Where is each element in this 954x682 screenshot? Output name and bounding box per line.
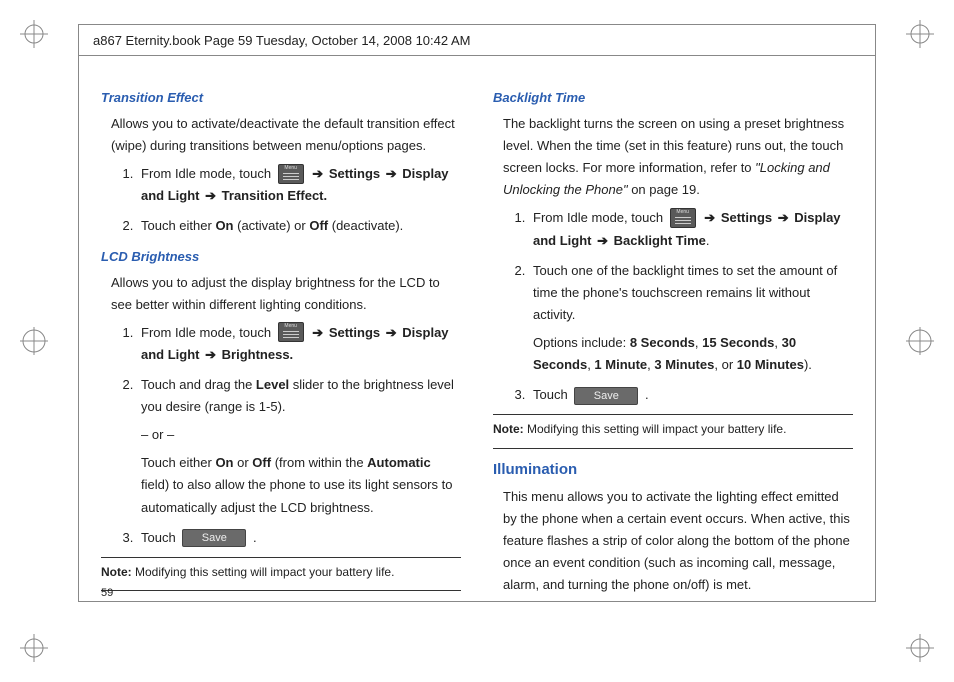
step-item: Touch Save . <box>529 384 853 406</box>
option-off: Off <box>309 218 328 233</box>
step-text: Touch either On or Off (from within the … <box>141 452 461 518</box>
arrow-icon: ➔ <box>203 347 218 362</box>
step-options-line: Options include: 8 Seconds, 15 Seconds , … <box>533 332 853 376</box>
backlight-intro: The backlight turns the screen on using … <box>503 113 853 201</box>
note-divider-top <box>101 557 461 558</box>
step-text: Touch <box>141 530 179 545</box>
option-off: Off <box>252 455 271 470</box>
arrow-icon: ➔ <box>310 325 325 340</box>
crop-mark-mid-left <box>18 325 50 357</box>
arrow-icon: ➔ <box>203 188 218 203</box>
note-text: Note: Modifying this setting will impact… <box>493 419 853 439</box>
note-body: Modifying this setting will impact your … <box>132 565 395 579</box>
right-column: Backlight Time The backlight turns the s… <box>493 87 853 596</box>
note-label: Note: <box>493 422 524 436</box>
step-item: From Idle mode, touch ➔ Settings ➔ Displ… <box>137 322 461 366</box>
transition-effect-steps: From Idle mode, touch ➔ Settings ➔ Displ… <box>117 163 461 237</box>
lcd-brightness-intro: Allows you to adjust the display brightn… <box>111 272 461 316</box>
path-backlight-time: Backlight Time <box>614 233 706 248</box>
note-body: Modifying this setting will impact your … <box>524 422 787 436</box>
backlight-steps: From Idle mode, touch ➔ Settings ➔ Displ… <box>509 207 853 406</box>
page-header-divider <box>79 55 875 56</box>
step-text: From Idle mode, touch <box>533 210 667 225</box>
crop-mark-bottom-right <box>904 632 936 664</box>
transition-effect-intro: Allows you to activate/deactivate the de… <box>111 113 461 157</box>
step-text: Touch either <box>141 455 215 470</box>
step-text: Touch either <box>141 218 215 233</box>
option-1m: 1 Minute <box>594 357 647 372</box>
menu-icon <box>278 322 304 342</box>
note-divider-top <box>493 414 853 415</box>
path-settings: Settings <box>329 166 380 181</box>
step-text: From Idle mode, touch <box>141 325 275 340</box>
heading-illumination: Illumination <box>493 457 853 483</box>
illumination-intro: This menu allows you to activate the lig… <box>503 486 853 596</box>
options-prefix: Options include: <box>533 335 630 350</box>
step-item: Touch and drag the Level slider to the b… <box>137 374 461 519</box>
step-item: From Idle mode, touch ➔ Settings ➔ Displ… <box>137 163 461 207</box>
crop-mark-bottom-left <box>18 632 50 664</box>
save-button: Save <box>574 387 638 405</box>
step-text: . <box>253 530 257 545</box>
path-brightness: Brightness. <box>222 347 294 362</box>
crop-mark-top-left <box>18 18 50 50</box>
menu-icon <box>278 164 304 184</box>
intro-text: on page 19. <box>628 182 700 197</box>
step-text: field) to also allow the phone to use it… <box>141 477 452 514</box>
step-text: (deactivate). <box>328 218 403 233</box>
arrow-icon: ➔ <box>702 210 717 225</box>
path-settings: Settings <box>721 210 772 225</box>
crop-mark-mid-right <box>904 325 936 357</box>
arrow-icon: ➔ <box>384 325 399 340</box>
step-text: (activate) or <box>234 218 310 233</box>
step-text: or <box>234 455 253 470</box>
step-text: . <box>645 387 649 402</box>
heading-lcd-brightness: LCD Brightness <box>101 246 461 268</box>
path-settings: Settings <box>329 325 380 340</box>
note-text: Note: Modifying this setting will impact… <box>101 562 461 582</box>
options-suffix: ). <box>804 357 812 372</box>
lcd-brightness-steps: From Idle mode, touch ➔ Settings ➔ Displ… <box>117 322 461 549</box>
option-15s: 15 Seconds <box>702 335 774 350</box>
step-text: Touch <box>533 387 571 402</box>
option-on: On <box>215 455 233 470</box>
step-text: (from within the <box>271 455 367 470</box>
note-divider-bottom <box>101 590 461 591</box>
path-transition-effect: Transition Effect. <box>222 188 327 203</box>
step-item: Touch Save . <box>137 527 461 549</box>
step-item: Touch one of the backlight times to set … <box>529 260 853 376</box>
menu-icon <box>670 208 696 228</box>
comma: , <box>774 335 781 350</box>
page-header-info: a867 Eternity.book Page 59 Tuesday, Octo… <box>93 33 471 48</box>
note-divider-bottom <box>493 448 853 449</box>
content-area: Transition Effect Allows you to activate… <box>101 87 853 596</box>
page-frame: a867 Eternity.book Page 59 Tuesday, Octo… <box>78 24 876 602</box>
step-item: From Idle mode, touch ➔ Settings ➔ Displ… <box>529 207 853 251</box>
left-column: Transition Effect Allows you to activate… <box>101 87 461 596</box>
arrow-icon: ➔ <box>310 166 325 181</box>
option-10m: 10 Minutes <box>737 357 804 372</box>
step-item: Touch either On (activate) or Off (deact… <box>137 215 461 237</box>
crop-mark-top-right <box>904 18 936 50</box>
field-level: Level <box>256 377 289 392</box>
heading-transition-effect: Transition Effect <box>101 87 461 109</box>
option-on: On <box>215 218 233 233</box>
page-number: 59 <box>101 587 113 599</box>
or-separator: – or – <box>141 424 461 446</box>
step-text: . <box>706 233 710 248</box>
note-label: Note: <box>101 565 132 579</box>
step-text: Touch one of the backlight times to set … <box>533 263 837 322</box>
step-text: Touch and drag the <box>141 377 256 392</box>
step-text: From Idle mode, touch <box>141 166 275 181</box>
option-8s: 8 Seconds <box>630 335 695 350</box>
option-3m: 3 Minutes <box>654 357 714 372</box>
comma: , or <box>714 357 736 372</box>
arrow-icon: ➔ <box>776 210 791 225</box>
save-button: Save <box>182 529 246 547</box>
heading-backlight-time: Backlight Time <box>493 87 853 109</box>
field-automatic: Automatic <box>367 455 431 470</box>
arrow-icon: ➔ <box>595 233 610 248</box>
arrow-icon: ➔ <box>384 166 399 181</box>
